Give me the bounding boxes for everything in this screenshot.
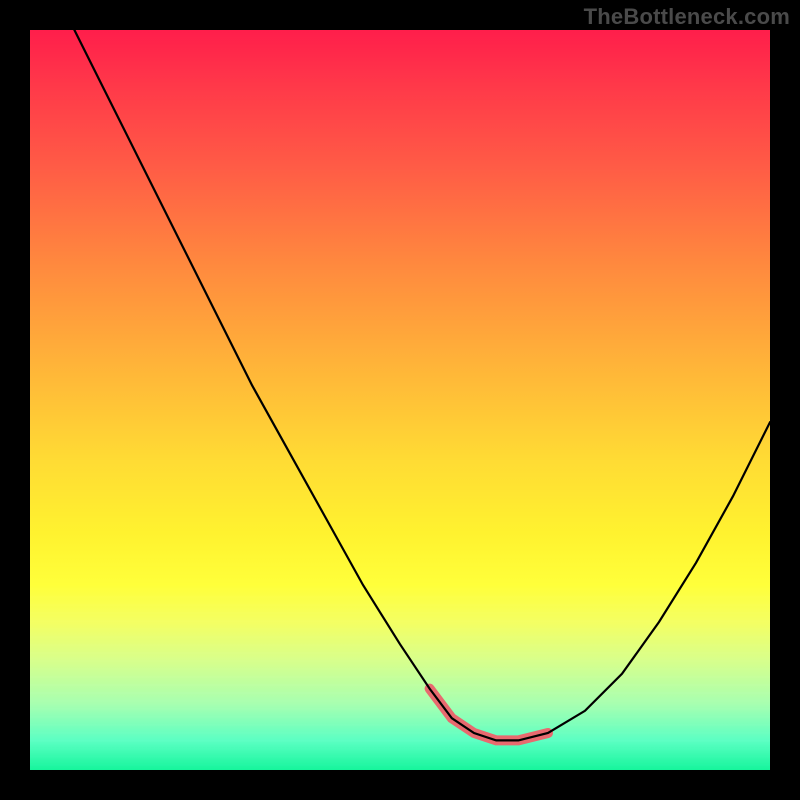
watermark-text: TheBottleneck.com xyxy=(584,4,790,30)
optimal-range-highlight xyxy=(430,689,548,741)
bottleneck-curve-svg xyxy=(30,30,770,770)
plot-area xyxy=(30,30,770,770)
chart-frame: TheBottleneck.com xyxy=(0,0,800,800)
bottleneck-curve xyxy=(74,30,770,740)
